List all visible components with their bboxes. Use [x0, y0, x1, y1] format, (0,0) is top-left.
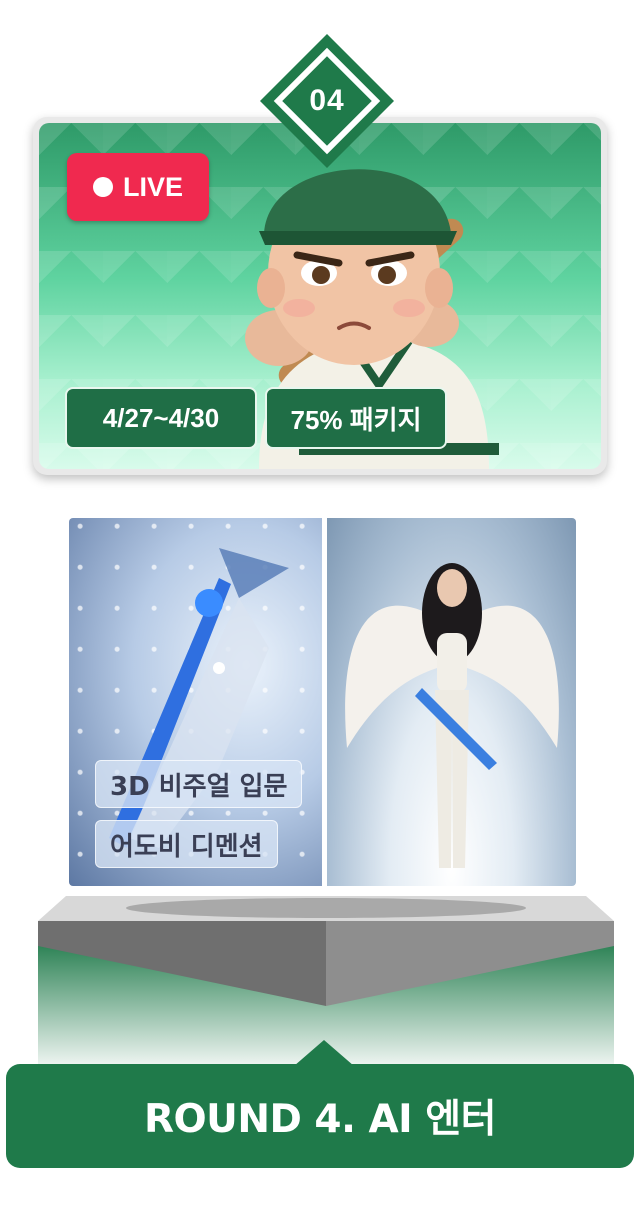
weapon-render-image: 3D 비주얼 입문 어도비 디멘션 — [69, 518, 322, 886]
course-tag-3d-visual: 3D 비주얼 입문 — [95, 760, 303, 808]
round-title-banner[interactable]: ROUND 4. AI 엔터 — [6, 1064, 634, 1168]
date-range-chip: 4/27~4/30 — [65, 387, 257, 449]
live-dot-icon — [92, 177, 113, 197]
angel-portrait-image — [327, 518, 576, 886]
live-event-card[interactable]: LIVE 4/27~4/30 75% 패키지 — [33, 117, 607, 475]
course-image-panel: 3D 비주얼 입문 어도비 디멘션 — [69, 518, 576, 886]
banner-notch — [294, 1040, 354, 1066]
course-tag-adobe-dimension: 어도비 디멘션 — [95, 820, 278, 868]
round-title: ROUND 4. AI 엔터 — [143, 1097, 497, 1142]
live-card-background: LIVE 4/27~4/30 75% 패키지 — [39, 123, 601, 469]
live-badge: LIVE — [67, 153, 209, 221]
angel-portrait-graphic — [345, 563, 559, 868]
package-chip: 75% 패키지 — [265, 387, 447, 449]
live-label: LIVE — [122, 171, 183, 202]
round-number: 04 — [309, 84, 345, 117]
